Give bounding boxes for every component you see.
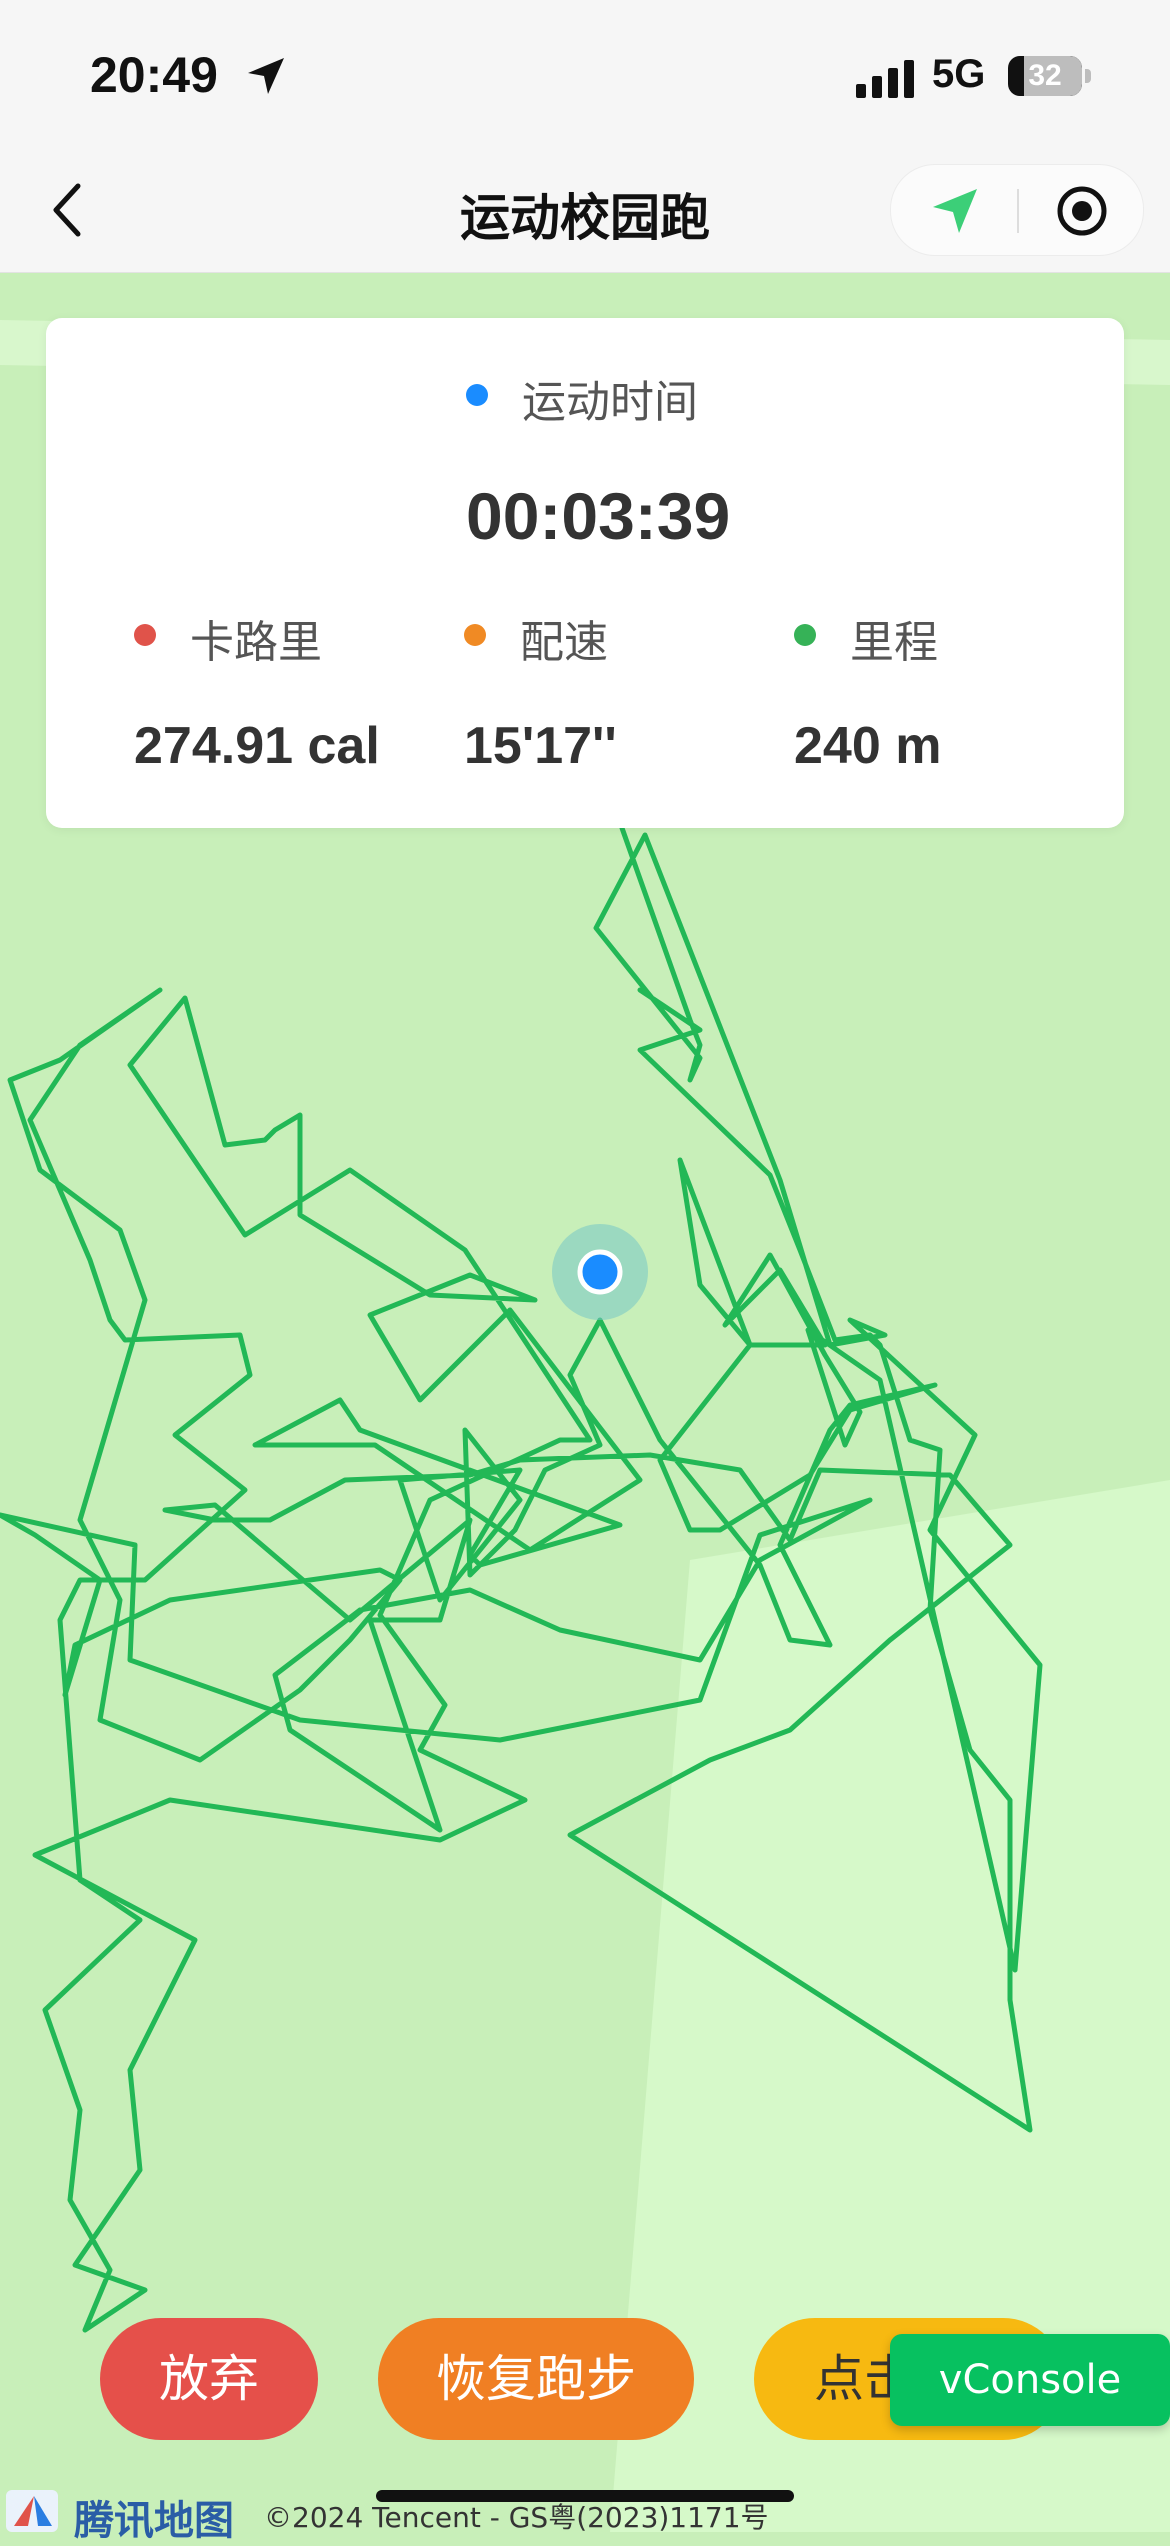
nav-bar: 运动校园跑 (0, 150, 1170, 273)
battery-level: 32 (1028, 59, 1062, 92)
status-time: 20:49 (90, 47, 218, 103)
distance-label: 里程 (850, 617, 938, 668)
duration-value: 00:03:39 (466, 479, 731, 553)
calories-value: 274.91 cal (134, 717, 380, 775)
duration-dot (466, 384, 488, 406)
navigation-arrow-icon[interactable] (927, 183, 983, 239)
network-type: 5G (932, 52, 986, 96)
current-location-dot (577, 1249, 623, 1295)
capsule-divider (1017, 189, 1019, 233)
vconsole-button[interactable]: vConsole (890, 2334, 1170, 2426)
map-provider-name: 腾讯地图 (74, 2498, 234, 2544)
map-copyright: ©2024 Tencent - GS粤(2023)1171号 (264, 2501, 769, 2534)
close-target-icon[interactable] (1056, 185, 1108, 237)
home-indicator (376, 2490, 794, 2502)
pace-label: 配速 (520, 617, 608, 668)
status-bar: 20:49 5G 32 (0, 0, 1170, 150)
resume-run-button[interactable]: 恢复跑步 (378, 2318, 694, 2440)
give-up-button[interactable]: 放弃 (100, 2318, 318, 2440)
battery-tip (1085, 69, 1091, 83)
cellular-signal-icon (856, 60, 914, 98)
calories-label: 卡路里 (190, 617, 322, 668)
distance-dot (794, 624, 816, 646)
battery-icon: 32 (1008, 56, 1082, 96)
mini-program-capsule (890, 164, 1144, 256)
pace-value: 15'17'' (464, 717, 617, 775)
calories-dot (134, 624, 156, 646)
location-arrow-icon (248, 58, 284, 94)
distance-value: 240 m (794, 717, 942, 775)
duration-label: 运动时间 (522, 377, 698, 428)
tencent-map-logo-icon (6, 2490, 58, 2532)
run-stats-card: 运动时间 00:03:39 卡路里 274.91 cal 配速 15'17'' … (46, 318, 1124, 828)
pace-dot (464, 624, 486, 646)
